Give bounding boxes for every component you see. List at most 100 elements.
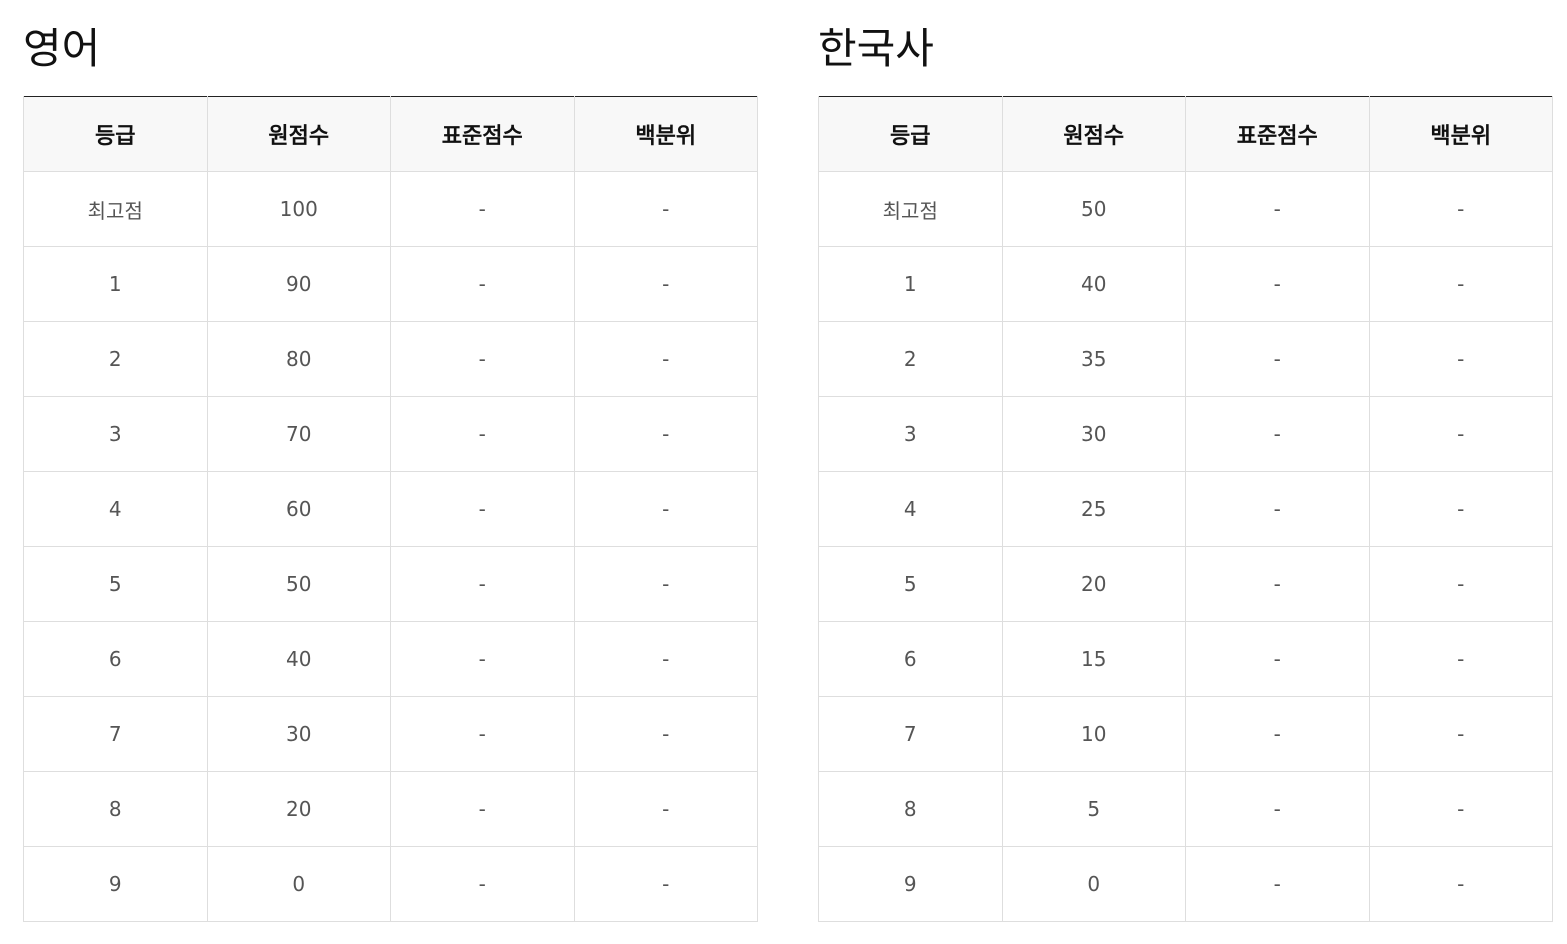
percentile-cell: - (573, 246, 758, 322)
table-row: 7 30 - - (23, 696, 758, 772)
table-row: 5 20 - - (818, 546, 1553, 622)
grade-cell: 6 (818, 621, 1003, 697)
raw-score-cell: 30 (206, 696, 391, 772)
percentile-cell: - (1368, 546, 1553, 622)
table-row: 6 40 - - (23, 621, 758, 697)
korean-history-score-table: 등급 원점수 표준점수 백분위 최고점 50 - - 1 40 - - 2 35 (818, 96, 1553, 922)
standard-score-cell: - (1185, 771, 1370, 847)
standard-score-cell: - (1185, 246, 1370, 322)
raw-score-cell: 50 (206, 546, 391, 622)
grade-cell: 9 (23, 846, 208, 922)
raw-score-cell: 40 (206, 621, 391, 697)
grade-cell: 8 (23, 771, 208, 847)
standard-score-cell: - (390, 246, 575, 322)
grade-cell: 5 (23, 546, 208, 622)
standard-score-cell: - (390, 846, 575, 922)
grade-cell: 2 (23, 321, 208, 397)
table-header-row: 등급 원점수 표준점수 백분위 (818, 96, 1553, 172)
grade-cell: 3 (818, 396, 1003, 472)
percentile-cell: - (1368, 171, 1553, 247)
percentile-cell: - (1368, 621, 1553, 697)
grade-cell: 3 (23, 396, 208, 472)
percentile-cell: - (573, 546, 758, 622)
header-standard-score: 표준점수 (390, 96, 575, 172)
percentile-cell: - (573, 846, 758, 922)
standard-score-cell: - (390, 621, 575, 697)
percentile-cell: - (1368, 471, 1553, 547)
raw-score-cell: 30 (1001, 396, 1186, 472)
standard-score-cell: - (390, 696, 575, 772)
standard-score-cell: - (1185, 171, 1370, 247)
table-header-row: 등급 원점수 표준점수 백분위 (23, 96, 758, 172)
grade-cell: 4 (23, 471, 208, 547)
standard-score-cell: - (1185, 696, 1370, 772)
standard-score-cell: - (1185, 621, 1370, 697)
header-standard-score: 표준점수 (1185, 96, 1370, 172)
korean-history-score-panel: 한국사 등급 원점수 표준점수 백분위 최고점 50 - - 1 40 - - (818, 0, 1553, 922)
header-percentile: 백분위 (1368, 96, 1553, 172)
header-raw-score: 원점수 (206, 96, 391, 172)
grade-cell: 1 (818, 246, 1003, 322)
percentile-cell: - (573, 696, 758, 772)
grade-cell: 5 (818, 546, 1003, 622)
percentile-cell: - (573, 171, 758, 247)
table-row: 6 15 - - (818, 621, 1553, 697)
percentile-cell: - (573, 771, 758, 847)
raw-score-cell: 80 (206, 321, 391, 397)
table-row: 4 60 - - (23, 471, 758, 547)
raw-score-cell: 20 (1001, 546, 1186, 622)
table-row: 5 50 - - (23, 546, 758, 622)
percentile-cell: - (573, 621, 758, 697)
table-row: 최고점 100 - - (23, 171, 758, 247)
standard-score-cell: - (390, 546, 575, 622)
percentile-cell: - (1368, 396, 1553, 472)
percentile-cell: - (1368, 246, 1553, 322)
table-row: 4 25 - - (818, 471, 1553, 547)
table-row: 3 30 - - (818, 396, 1553, 472)
standard-score-cell: - (1185, 846, 1370, 922)
standard-score-cell: - (1185, 321, 1370, 397)
raw-score-cell: 5 (1001, 771, 1186, 847)
raw-score-cell: 0 (206, 846, 391, 922)
percentile-cell: - (573, 471, 758, 547)
table-row: 2 80 - - (23, 321, 758, 397)
grade-cell: 7 (818, 696, 1003, 772)
percentile-cell: - (1368, 321, 1553, 397)
table-row: 1 90 - - (23, 246, 758, 322)
raw-score-cell: 25 (1001, 471, 1186, 547)
grade-cell: 2 (818, 321, 1003, 397)
raw-score-cell: 60 (206, 471, 391, 547)
korean-history-panel-title: 한국사 (818, 24, 934, 73)
raw-score-cell: 100 (206, 171, 391, 247)
raw-score-cell: 40 (1001, 246, 1186, 322)
grade-cell: 1 (23, 246, 208, 322)
standard-score-cell: - (1185, 546, 1370, 622)
header-grade: 등급 (818, 96, 1003, 172)
grade-cell: 4 (818, 471, 1003, 547)
raw-score-cell: 15 (1001, 621, 1186, 697)
standard-score-cell: - (390, 321, 575, 397)
raw-score-cell: 0 (1001, 846, 1186, 922)
percentile-cell: - (573, 396, 758, 472)
grade-cell: 9 (818, 846, 1003, 922)
table-row: 9 0 - - (818, 846, 1553, 922)
grade-cell: 6 (23, 621, 208, 697)
percentile-cell: - (573, 321, 758, 397)
table-row: 8 20 - - (23, 771, 758, 847)
english-score-panel: 영어 등급 원점수 표준점수 백분위 최고점 100 - - 1 90 - - (23, 0, 758, 922)
table-row: 2 35 - - (818, 321, 1553, 397)
standard-score-cell: - (390, 771, 575, 847)
raw-score-cell: 90 (206, 246, 391, 322)
raw-score-cell: 10 (1001, 696, 1186, 772)
header-grade: 등급 (23, 96, 208, 172)
percentile-cell: - (1368, 846, 1553, 922)
grade-cell: 7 (23, 696, 208, 772)
percentile-cell: - (1368, 771, 1553, 847)
grade-cell: 8 (818, 771, 1003, 847)
standard-score-cell: - (1185, 396, 1370, 472)
table-row: 1 40 - - (818, 246, 1553, 322)
percentile-cell: - (1368, 696, 1553, 772)
table-row: 9 0 - - (23, 846, 758, 922)
header-raw-score: 원점수 (1001, 96, 1186, 172)
table-row: 3 70 - - (23, 396, 758, 472)
